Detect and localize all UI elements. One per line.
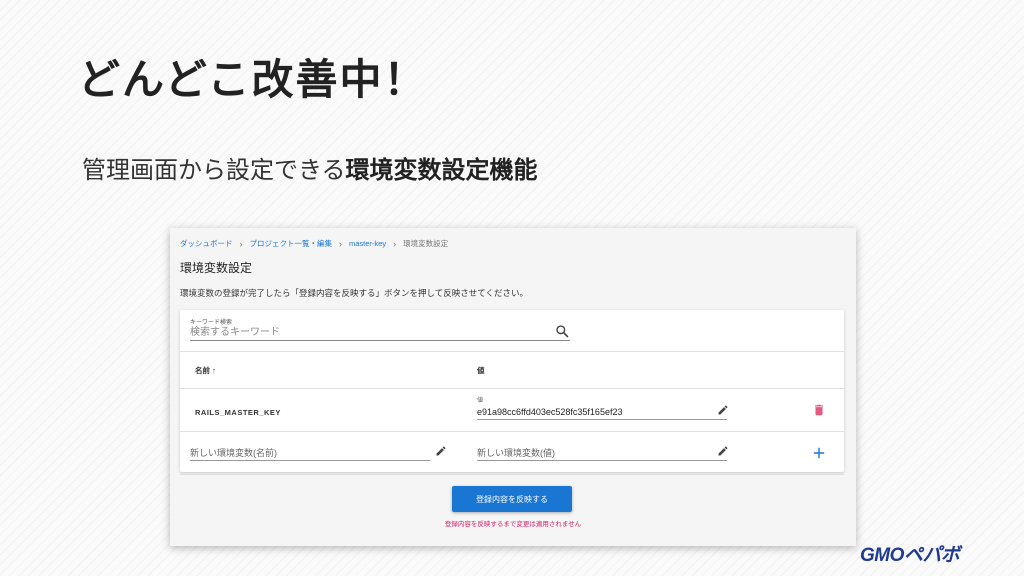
env-vars-table: 名前 ↑ 値 RAILS_MASTER_KEY 値 xyxy=(180,351,844,475)
chevron-right-icon: › xyxy=(239,238,243,249)
chevron-right-icon: › xyxy=(393,238,397,249)
plus-icon[interactable] xyxy=(812,446,826,460)
search-icon[interactable] xyxy=(555,324,569,338)
table-row-new xyxy=(180,432,844,475)
column-header-name[interactable]: 名前 ↑ xyxy=(195,365,216,376)
search-input[interactable] xyxy=(190,324,570,341)
unsaved-changes-warning: 登録内容を反映するまで変更は適用されません xyxy=(444,521,582,528)
env-vars-card: キーワード検索 名前 ↑ 値 RAILS_MASTER_KEY 値 xyxy=(180,310,844,475)
pencil-icon[interactable] xyxy=(435,445,447,457)
env-var-value-field[interactable] xyxy=(477,405,727,420)
svg-text:GMOペパボ: GMOペパボ xyxy=(860,544,963,565)
apply-changes-button[interactable]: 登録内容を反映する xyxy=(452,486,572,512)
breadcrumb-item-projects[interactable]: プロジェクト一覧・編集 xyxy=(250,238,333,249)
breadcrumb-item-project[interactable]: master-key xyxy=(349,239,386,248)
env-var-key: RAILS_MASTER_KEY xyxy=(195,408,281,417)
pencil-icon[interactable] xyxy=(717,445,729,457)
table-row: RAILS_MASTER_KEY 値 xyxy=(180,389,844,432)
page-title: 環境変数設定 xyxy=(180,261,253,275)
chevron-right-icon: › xyxy=(339,238,342,249)
gmo-pepabo-logo: GMOペパボ xyxy=(860,544,963,565)
new-env-var-name-field[interactable] xyxy=(190,446,430,461)
breadcrumb-item-current: 環境変数設定 xyxy=(403,239,449,248)
slide-subtitle-plain: 管理画面から設定できる xyxy=(82,156,346,184)
new-env-var-value-field[interactable] xyxy=(477,446,727,461)
column-header-value: 値 xyxy=(477,366,485,375)
breadcrumb: ダッシュボード › プロジェクト一覧・編集 › master-key › 環境変… xyxy=(180,238,448,249)
table-header: 名前 ↑ 値 xyxy=(180,351,844,389)
trash-icon[interactable] xyxy=(812,403,826,417)
sort-arrow-up-icon: ↑ xyxy=(212,366,216,375)
slide-subtitle: 管理画面から設定できる環境変数設定機能 xyxy=(82,150,538,185)
column-header-name-label: 名前 xyxy=(195,366,210,375)
slide-title: どんどこ改善中！ xyxy=(78,55,428,104)
app-screenshot: ダッシュボード › プロジェクト一覧・編集 › master-key › 環境変… xyxy=(170,228,856,546)
breadcrumb-item-dashboard[interactable]: ダッシュボード xyxy=(180,238,233,249)
pencil-icon[interactable] xyxy=(717,404,729,416)
value-field-label: 値 xyxy=(477,398,484,404)
slide-subtitle-emphasis: 環境変数設定機能 xyxy=(345,156,538,184)
page-description: 環境変数の登録が完了したら「登録内容を反映する」ボタンを押して反映させてください… xyxy=(180,288,528,298)
